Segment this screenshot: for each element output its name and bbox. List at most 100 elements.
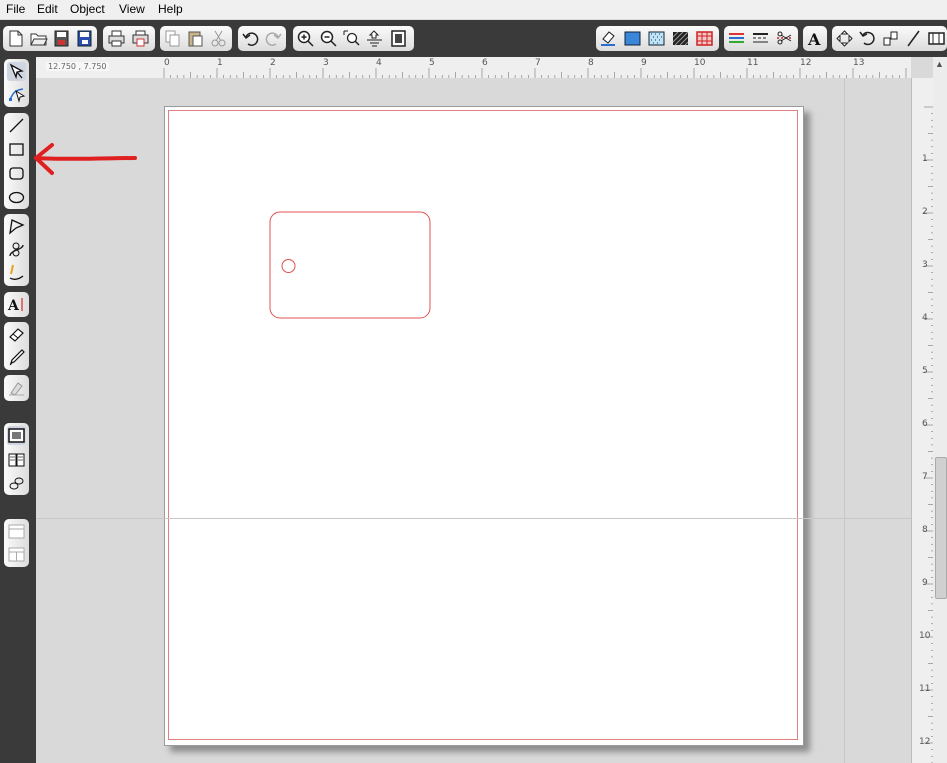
fill-solid-icon[interactable]	[623, 29, 642, 48]
menu-view[interactable]: View	[119, 2, 145, 16]
edit-tools-group	[4, 322, 29, 370]
menu-help[interactable]: Help	[158, 2, 183, 16]
redo-icon[interactable]	[264, 29, 283, 48]
text-tool-icon[interactable]: A	[7, 295, 26, 314]
library-icon[interactable]	[7, 450, 26, 469]
zoom-fit-icon[interactable]	[365, 29, 384, 48]
tag-hole-circle	[281, 259, 296, 273]
line-cut-icon[interactable]	[775, 29, 794, 48]
print-icon[interactable]	[107, 29, 126, 48]
select-tool-icon[interactable]	[7, 62, 26, 81]
h-ruler-label-2: 2	[270, 58, 276, 68]
v-ruler-label-5: 5	[922, 366, 928, 376]
mirror-icon[interactable]	[881, 29, 900, 48]
freehand-tool-icon[interactable]	[7, 263, 26, 282]
new-file-icon[interactable]	[6, 29, 25, 48]
tag-rounded-rectangle	[269, 211, 431, 319]
weld-icon[interactable]	[927, 29, 946, 48]
v-ruler-label-10: 10	[919, 631, 931, 641]
v-ruler-label-7: 7	[922, 472, 928, 482]
drawing-canvas[interactable]	[36, 78, 911, 763]
trace-tools-group	[4, 375, 29, 401]
h-ruler-label-8: 8	[588, 58, 594, 68]
line-tool-icon[interactable]	[7, 116, 26, 135]
main-toolbar: A	[0, 20, 947, 57]
node-edit-tool-icon[interactable]	[7, 85, 26, 104]
save-icon[interactable]	[52, 29, 71, 48]
zoom-in-icon[interactable]	[296, 29, 315, 48]
zoom-select-icon[interactable]	[342, 29, 361, 48]
panel-split-icon[interactable]	[7, 545, 26, 564]
slant-icon[interactable]	[904, 29, 923, 48]
panel-tools-group	[4, 423, 29, 495]
annotation-arrow	[34, 143, 137, 175]
fill-registration-icon[interactable]	[695, 29, 714, 48]
eraser-tool-icon[interactable]	[7, 325, 26, 344]
vertical-scrollbar[interactable]: ▲	[933, 57, 947, 763]
copy-icon[interactable]	[163, 29, 182, 48]
h-ruler-label-11: 11	[747, 58, 759, 68]
save-as-icon[interactable]	[75, 29, 94, 48]
v-ruler-label-11: 11	[919, 684, 931, 694]
v-ruler-label-6: 6	[922, 419, 928, 429]
text-toolbar-group: A	[803, 26, 827, 51]
h-ruler-label-1: 1	[217, 58, 223, 68]
cut-print-icon[interactable]	[131, 29, 150, 48]
scissors-icon[interactable]	[209, 29, 228, 48]
file-toolbar-group	[3, 26, 97, 51]
rotate-icon[interactable]	[858, 29, 877, 48]
horizontal-guide-line[interactable]	[36, 518, 911, 519]
h-ruler-label-6: 6	[482, 58, 488, 68]
rounded-rectangle-tool-icon[interactable]	[7, 164, 26, 183]
scroll-thumb[interactable]	[935, 457, 947, 599]
align-icon[interactable]	[835, 29, 854, 48]
page-setup-icon[interactable]	[7, 426, 26, 445]
panel-top-icon[interactable]	[7, 522, 26, 541]
menu-edit[interactable]: Edit	[37, 2, 58, 16]
horizontal-ruler[interactable]: 12.750 , 7.750 0 1 2 3 4 5 6 7 8 9 10 11…	[36, 57, 911, 79]
svg-text:A: A	[807, 30, 821, 48]
vertical-guide-line[interactable]	[844, 78, 845, 763]
text-style-icon[interactable]: A	[805, 29, 824, 48]
h-ruler-label-10: 10	[694, 58, 706, 68]
menu-file[interactable]: File	[6, 2, 25, 16]
h-ruler-label-7: 7	[535, 58, 541, 68]
v-ruler-label-12: 12	[919, 737, 931, 747]
print-toolbar-group	[103, 26, 155, 51]
fill-pattern-icon[interactable]	[647, 29, 666, 48]
trace-tool-icon[interactable]	[7, 378, 26, 397]
menu-object[interactable]: Object	[70, 2, 105, 16]
line-toolbar-group	[724, 26, 798, 51]
fill-toolbar-group	[596, 26, 719, 51]
v-ruler-label-9: 9	[922, 578, 928, 588]
bezier-tool-icon[interactable]	[7, 240, 26, 259]
view-panels-group	[4, 519, 29, 567]
rectangle-tool-icon[interactable]	[7, 140, 26, 159]
scroll-up-icon[interactable]: ▲	[935, 59, 945, 69]
h-ruler-label-12: 12	[800, 58, 812, 68]
v-ruler-label-4: 4	[922, 313, 928, 323]
zoom-page-icon[interactable]	[389, 29, 408, 48]
h-ruler-label-0: 0	[164, 58, 170, 68]
eraser-fill-icon[interactable]	[599, 29, 618, 48]
v-ruler-label-3: 3	[922, 260, 928, 270]
ellipse-tool-icon[interactable]	[7, 188, 26, 207]
h-ruler-label-5: 5	[429, 58, 435, 68]
link-icon[interactable]	[7, 474, 26, 493]
line-color-icon[interactable]	[727, 29, 746, 48]
text-tools-group: A	[4, 292, 29, 317]
shape-tools-group	[4, 113, 29, 209]
paste-icon[interactable]	[186, 29, 205, 48]
vertical-ruler[interactable]: 1 2 3 4 5 6 7 8 9 10 11 12	[911, 78, 934, 763]
open-folder-icon[interactable]	[29, 29, 48, 48]
h-ruler-label-4: 4	[376, 58, 382, 68]
polygon-tool-icon[interactable]	[7, 217, 26, 236]
v-ruler-label-1: 1	[922, 154, 928, 164]
zoom-out-icon[interactable]	[319, 29, 338, 48]
clipboard-toolbar-group	[160, 26, 232, 51]
undo-icon[interactable]	[241, 29, 260, 48]
cutting-mat-page[interactable]	[164, 106, 804, 746]
line-style-icon[interactable]	[751, 29, 770, 48]
knife-tool-icon[interactable]	[7, 348, 26, 367]
fill-hatch-icon[interactable]	[671, 29, 690, 48]
